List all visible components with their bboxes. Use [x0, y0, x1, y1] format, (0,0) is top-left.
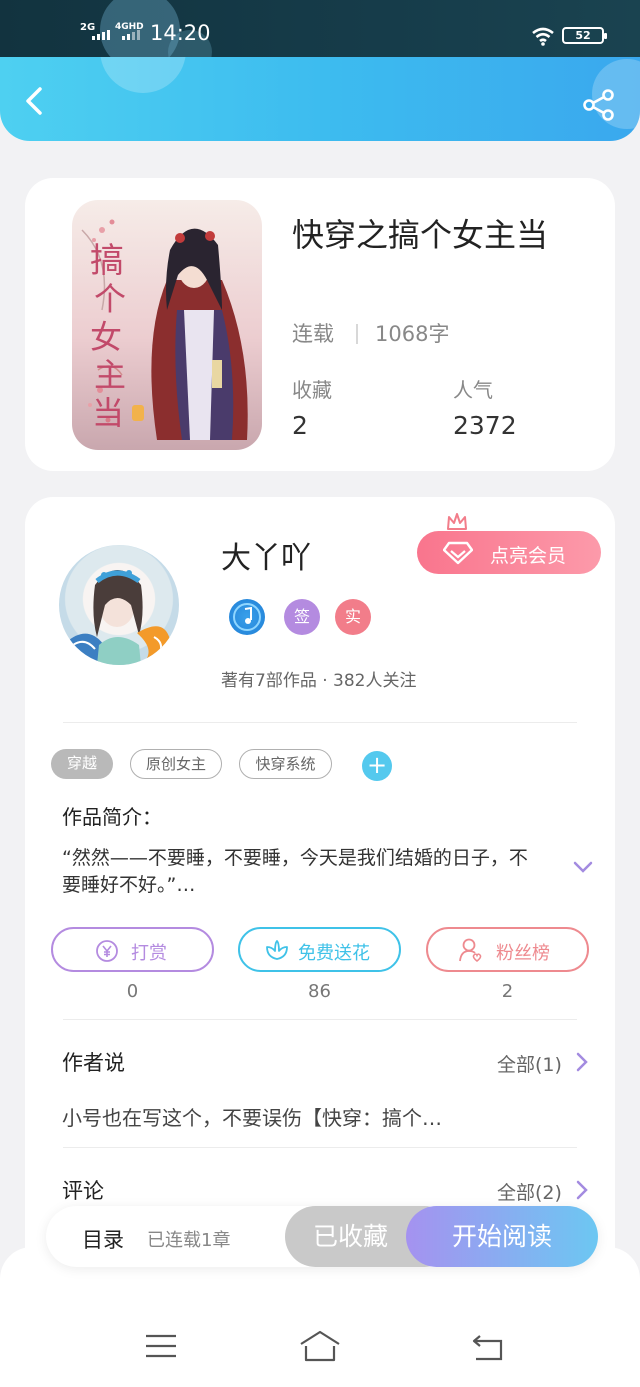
fan-rank-label: 粉丝榜	[496, 943, 550, 964]
navigation-area	[0, 1247, 640, 1387]
divider	[63, 1019, 577, 1020]
status-bar: 2G 4GHD 14:20 52	[0, 0, 640, 74]
activate-vip-button[interactable]: 点亮会员	[417, 531, 601, 574]
send-flower-button[interactable]: 免费送花	[238, 927, 401, 972]
author-says-title: 作者说	[62, 1051, 125, 1075]
crown-icon	[447, 513, 467, 530]
real-name-badge[interactable]: 实	[335, 599, 371, 635]
catalog-button[interactable]: 目录	[82, 1224, 124, 1254]
comments-all-link[interactable]: 全部(2)	[497, 1178, 562, 1205]
music-medal-icon[interactable]	[229, 599, 265, 635]
author-says-text[interactable]: 小号也在写这个，不要误伤【快穿：搞个…	[62, 1102, 442, 1131]
yen-icon	[96, 940, 118, 962]
sign-badge[interactable]: 签	[284, 599, 320, 635]
favorites-label: 收藏	[292, 378, 332, 402]
back-arrow-icon[interactable]	[20, 85, 52, 117]
vip-button-label: 点亮会员	[490, 545, 567, 567]
home-icon[interactable]	[298, 1330, 342, 1362]
chevron-right-icon[interactable]	[575, 1051, 589, 1073]
svg-text:当: 当	[92, 394, 124, 432]
popularity-label: 人气	[453, 378, 493, 402]
svg-text:女: 女	[90, 318, 122, 356]
author-name[interactable]: 大丫吖	[221, 533, 311, 577]
add-tag-button[interactable]: +	[362, 751, 392, 781]
svg-text:主: 主	[94, 356, 126, 394]
comments-title: 评论	[62, 1179, 104, 1203]
tag-chip[interactable]: 快穿系统	[239, 749, 332, 779]
chapter-count: 已连载1章	[147, 1230, 231, 1251]
flower-icon	[266, 940, 288, 960]
music-note-icon	[233, 603, 261, 631]
fan-count: 2	[501, 981, 514, 1002]
back-nav-icon[interactable]	[470, 1333, 504, 1361]
tag-chip[interactable]: 原创女主	[130, 749, 222, 779]
avatar-illustration	[69, 570, 171, 665]
divider	[63, 722, 577, 723]
cover-illustration: 搞 个 女 主 当	[81, 219, 248, 440]
meta-separator	[356, 324, 358, 344]
tag-chip[interactable]: 穿越	[51, 749, 113, 779]
reward-button[interactable]: 打赏	[51, 927, 214, 972]
start-reading-button[interactable]: 开始阅读	[406, 1206, 598, 1267]
sim1-signal-icon	[92, 30, 110, 40]
book-cover-image[interactable]: 搞 个 女 主 当	[72, 200, 262, 450]
divider	[63, 1147, 577, 1148]
share-icon[interactable]	[582, 88, 616, 122]
flower-count: 86	[308, 981, 331, 1002]
author-works-info: 著有7部作品 · 382人关注	[221, 671, 417, 691]
word-count: 1068字	[375, 322, 450, 346]
svg-text:搞: 搞	[90, 241, 124, 281]
intro-text[interactable]: “然然——不要睡，不要睡，今天是我们结婚的日子，不要睡好不好。”…	[62, 845, 532, 899]
fan-user-icon	[459, 938, 482, 962]
popularity-count: 2372	[453, 411, 517, 440]
top-app-bar	[0, 57, 640, 141]
diamond-icon	[443, 541, 473, 565]
author-avatar[interactable]	[59, 545, 179, 665]
send-flower-label: 免费送花	[298, 943, 370, 964]
reward-count: 0	[126, 981, 139, 1002]
book-title: 快穿之搞个女主当	[292, 216, 549, 254]
menu-icon[interactable]	[145, 1333, 177, 1359]
chevron-down-icon[interactable]	[572, 859, 594, 875]
chevron-right-icon[interactable]	[575, 1179, 589, 1201]
sim2-signal-icon	[122, 30, 140, 40]
battery-indicator: 52	[562, 27, 607, 44]
fan-rank-button[interactable]: 粉丝榜	[426, 927, 589, 972]
intro-title: 作品简介：	[62, 805, 162, 829]
details-card: 大丫吖 点亮会员 签 实 著有7部作品 · 382人关注 穿越 原创女主 快穿系…	[25, 497, 615, 1297]
book-info-card: 搞 个 女 主 当 快穿之搞个女主当 连载 1068字 收藏 2 人气 2372	[25, 178, 615, 471]
author-says-all-link[interactable]: 全部(1)	[497, 1050, 562, 1077]
favorites-count: 2	[292, 411, 308, 440]
reward-label: 打赏	[131, 943, 167, 964]
clock: 14:20	[150, 21, 211, 45]
svg-text:个: 个	[94, 280, 126, 318]
wifi-icon	[532, 27, 554, 46]
serial-status: 连载	[292, 322, 334, 346]
